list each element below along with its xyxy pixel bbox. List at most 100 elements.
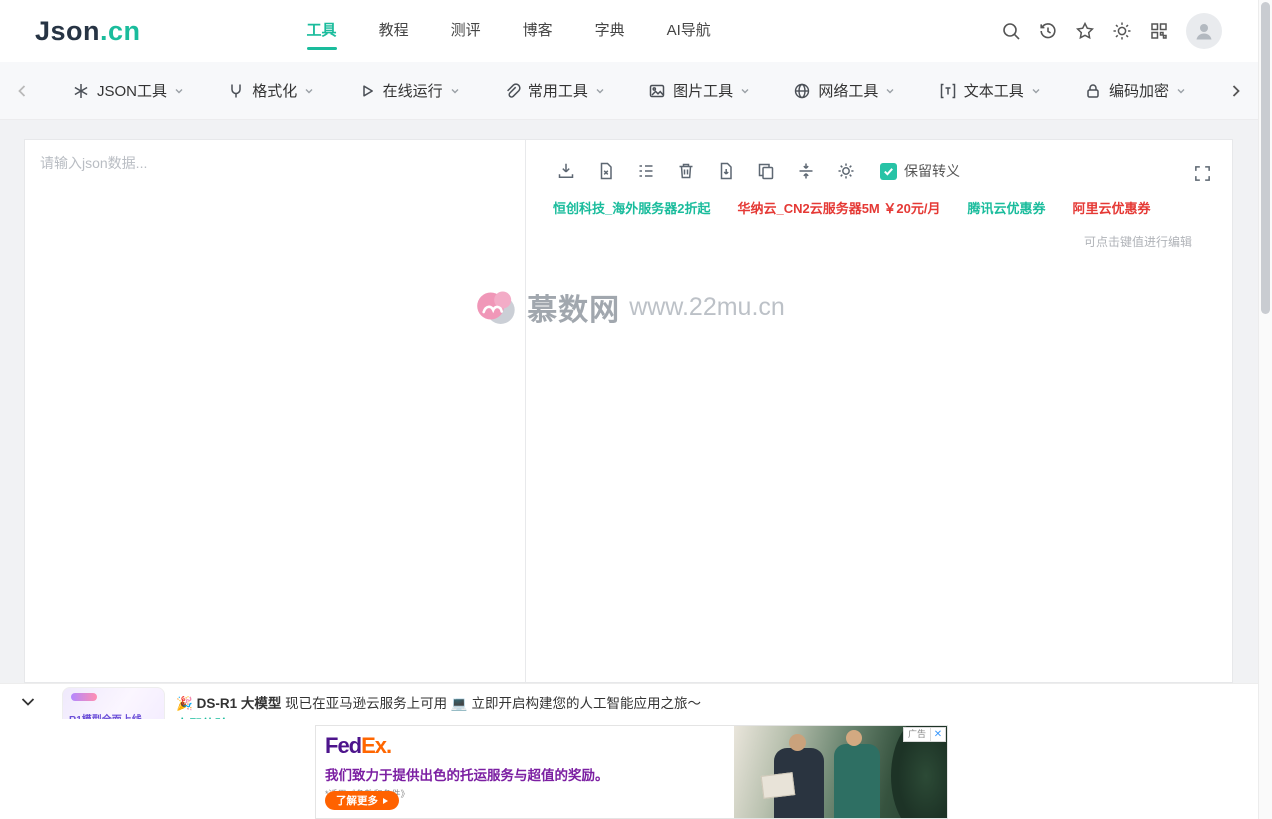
text-icon: [940, 83, 955, 98]
nav-item-ai-nav[interactable]: AI导航: [646, 0, 732, 62]
preserve-escape-checkbox[interactable]: 保留转义: [880, 161, 960, 181]
ad-banner[interactable]: FedEx. 我们致力于提供出色的托运服务与超值的奖励。 *适用《条款和条件》 …: [315, 725, 948, 819]
export-button[interactable]: [716, 161, 736, 181]
scroll-right-button[interactable]: [1214, 84, 1258, 98]
format-icon: [231, 84, 242, 97]
person-head-shape: [846, 730, 862, 746]
user-icon: [1196, 24, 1212, 40]
catbar-item-format[interactable]: 格式化: [227, 80, 314, 101]
play-icon: [362, 84, 373, 97]
save-button[interactable]: [556, 161, 576, 181]
star-icon: [1076, 21, 1094, 40]
catbar-item-label: JSON工具: [97, 83, 168, 100]
catbar-item-common-tools[interactable]: 常用工具: [503, 80, 605, 101]
person-head-shape: [789, 734, 806, 751]
json-input-pane: [25, 140, 526, 682]
page: Json.cn 工具 教程 测评 博客 字典 AI导航 JSON工具 格式化 在…: [0, 0, 1272, 819]
qrcode-icon: [1151, 23, 1167, 39]
ad-cta-label: 了解更多: [336, 795, 378, 807]
fedex-logo-ex: Ex: [361, 733, 387, 758]
announcement-text: 🎉 DS-R1 大模型 现已在亚马逊云服务上可用 💻 立即开启构建您的人工智能应…: [176, 692, 701, 712]
announcement-cta-link[interactable]: 立即体验: [176, 714, 228, 719]
catbar-item-run-online[interactable]: 在线运行: [358, 80, 460, 101]
promo-link-2[interactable]: 华纳云_CN2云服务器5M ￥20元/月: [737, 198, 940, 217]
theme-button[interactable]: [1112, 21, 1132, 41]
clear-button[interactable]: [596, 161, 616, 181]
close-icon: ✕: [933, 729, 943, 740]
ad-close-button[interactable]: ✕: [931, 727, 946, 742]
catbar-item-label: 文本工具: [963, 83, 1024, 100]
sort-button[interactable]: [636, 161, 656, 181]
nav-item-tools[interactable]: 工具: [286, 0, 358, 62]
chevron-down-icon: [21, 697, 35, 706]
announcement-emoji-1: 🎉: [176, 696, 193, 711]
user-avatar[interactable]: [1186, 13, 1222, 49]
output-toolbar: 保留转义: [526, 152, 1232, 190]
promo-thumbnail-text: R1模型全面上线: [69, 711, 142, 719]
copy-button[interactable]: [756, 161, 776, 181]
edit-hint-text: 可点击键值进行编辑: [1083, 235, 1192, 249]
promo-link-3[interactable]: 腾讯云优惠券: [967, 198, 1045, 217]
chevron-right-icon: [1232, 84, 1240, 97]
person-shape: [834, 744, 880, 818]
check-icon: [884, 167, 893, 176]
catbar-item-text-tools[interactable]: 文本工具: [939, 80, 1041, 101]
compress-button[interactable]: [796, 161, 816, 181]
promo-thumbnail[interactable]: R1模型全面上线: [62, 687, 165, 719]
favorite-button[interactable]: [1075, 21, 1095, 41]
catbar-item-network-tools[interactable]: 网络工具: [793, 80, 895, 101]
nav-item-tutorials[interactable]: 教程: [358, 0, 430, 62]
qrcode-button[interactable]: [1149, 21, 1169, 41]
chevron-left-icon: [18, 84, 26, 97]
ad-label-badge: 广告: [902, 727, 931, 742]
file-download-icon: [720, 162, 732, 180]
scroll-left-button[interactable]: [0, 84, 44, 98]
catbar-item-label: 编码加密: [1108, 83, 1169, 100]
nav-item-reviews[interactable]: 测评: [430, 0, 502, 62]
catbar-item-label: 格式化: [252, 83, 298, 100]
delete-button[interactable]: [676, 161, 696, 181]
preserve-escape-label: 保留转义: [904, 163, 960, 179]
search-button[interactable]: [1001, 21, 1021, 41]
history-button[interactable]: [1038, 21, 1058, 41]
settings-button[interactable]: [836, 161, 856, 181]
catbar-item-label: 在线运行: [382, 83, 443, 100]
catbar-item-encode-encrypt[interactable]: 编码加密: [1084, 80, 1186, 101]
site-logo[interactable]: Json.cn: [35, 16, 141, 47]
announcement-bar: R1模型全面上线 🎉 DS-R1 大模型 现已在亚马逊云服务上可用 💻 立即开启…: [0, 683, 1258, 719]
copy-icon: [758, 163, 774, 180]
fedex-logo-dot: .: [386, 733, 392, 758]
globe-icon: [795, 83, 810, 98]
nav-item-dictionary[interactable]: 字典: [574, 0, 646, 62]
fullscreen-button[interactable]: [1193, 164, 1212, 186]
checkbox-checked: [880, 162, 897, 180]
promo-link-4[interactable]: 阿里云优惠券: [1072, 198, 1150, 217]
trash-icon: [679, 163, 693, 179]
page-scrollbar[interactable]: [1258, 0, 1272, 819]
catbar-item-label: 网络工具: [818, 83, 879, 100]
catbar-item-json-tools[interactable]: JSON工具: [72, 80, 184, 101]
history-icon: [1040, 23, 1056, 39]
ad-headline: 我们致力于提供出色的托运服务与超值的奖励。: [325, 768, 609, 783]
search-icon: [1003, 23, 1020, 40]
ad-meta: 广告 ✕: [902, 727, 946, 742]
catbar-item-image-tools[interactable]: 图片工具: [648, 80, 750, 101]
nav-item-blog[interactable]: 博客: [502, 0, 574, 62]
scrollbar-thumb[interactable]: [1261, 2, 1270, 314]
promo-link-1[interactable]: 恒创科技_海外服务器2折起: [553, 198, 710, 217]
chevron-down-icon: [175, 88, 183, 93]
announcement-emoji-2: 💻: [450, 696, 468, 711]
catbar-item-label: 图片工具: [673, 83, 734, 100]
ad-cta-button[interactable]: 了解更多: [325, 791, 399, 810]
gear-icon: [838, 163, 854, 179]
chevron-down-icon: [1177, 88, 1185, 93]
chevron-down-icon: [305, 88, 313, 93]
image-icon: [649, 84, 665, 97]
logo-name: Json: [35, 15, 101, 46]
json-input[interactable]: [25, 140, 525, 682]
announcement-title: DS-R1 大模型: [196, 696, 282, 711]
main-nav: 工具 教程 测评 博客 字典 AI导航: [286, 0, 732, 62]
chevron-down-icon: [451, 88, 459, 93]
collapse-button[interactable]: [10, 688, 46, 715]
fedex-logo-fed: Fed: [325, 733, 362, 758]
